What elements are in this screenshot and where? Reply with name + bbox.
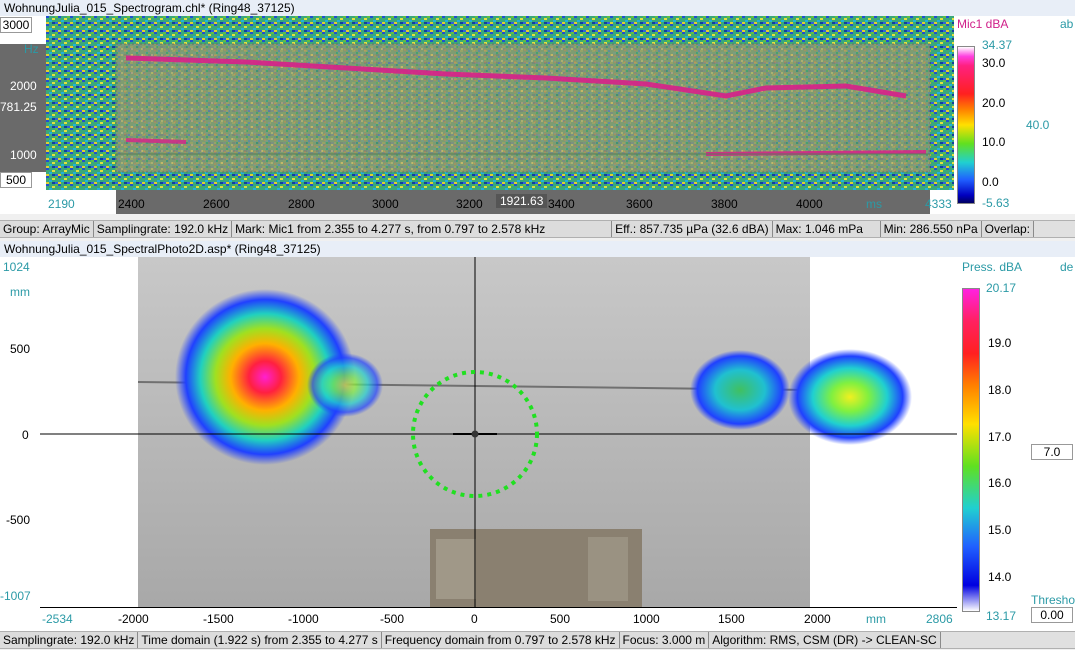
dynamic-range-input[interactable]: 7.0 bbox=[1031, 444, 1073, 460]
spectrogram-title: WohnungJulia_015_Spectrogram.chl* (Ring4… bbox=[4, 1, 295, 15]
photo-x-axis-line bbox=[40, 607, 957, 608]
spectrogram-y-cursor-value: 781.25 bbox=[0, 100, 37, 114]
photo-status-samplingrate: Samplingrate: 192.0 kHz bbox=[0, 632, 139, 648]
spectrogram-legend-min: -5.63 bbox=[982, 196, 1010, 210]
photo-y-top: 1024 bbox=[3, 260, 30, 274]
photo-y-bottom: -1007 bbox=[0, 589, 31, 603]
spectrogram-legend-tick: 10.0 bbox=[982, 135, 1006, 149]
spectrogram-legend-title: Mic1 dBA bbox=[957, 17, 1009, 31]
photo-x-start: -2534 bbox=[42, 612, 73, 626]
spectrogram-color-scale bbox=[957, 46, 975, 204]
threshold-input[interactable]: 0.00 bbox=[1031, 607, 1073, 623]
spectrogram-x-unit: ms bbox=[866, 197, 882, 211]
status-group: Group: ArrayMic bbox=[0, 221, 94, 237]
status-max: Max: 1.046 mPa bbox=[772, 221, 881, 237]
photo-y-tick: 0 bbox=[22, 428, 29, 442]
photo-legend-tick: 17.0 bbox=[988, 430, 1012, 444]
photo-legend-tick: 15.0 bbox=[988, 523, 1012, 537]
sound-source-right-1 bbox=[690, 350, 790, 430]
status-samplingrate: Samplingrate: 192.0 kHz bbox=[93, 221, 233, 237]
photo-x-tick: -1500 bbox=[203, 612, 234, 626]
photo-legend-max: 20.17 bbox=[986, 281, 1017, 295]
photo-x-unit: mm bbox=[866, 612, 886, 626]
spectrogram-legend-tick: 20.0 bbox=[982, 96, 1006, 110]
spectrogram-x-tick: 2600 bbox=[203, 197, 230, 211]
photo-status-focus: Focus: 3.000 m bbox=[619, 632, 710, 648]
y-bottom-value: 500 bbox=[5, 173, 27, 187]
spectrogram-y-top-input[interactable]: 3000 bbox=[0, 17, 32, 33]
spectrogram-y-unit: Hz bbox=[24, 42, 39, 56]
spectrogram-low-trace bbox=[125, 138, 187, 144]
y-top-value: 3000 bbox=[2, 18, 30, 32]
array-center-dot bbox=[471, 430, 479, 438]
status-mark: Mark: Mic1 from 2.355 to 4.277 s, from 0… bbox=[232, 221, 613, 237]
threshold-label: Thresho bbox=[1031, 593, 1075, 607]
spectrogram-x-cursor-value: 1921.63 bbox=[496, 194, 548, 208]
spectrogram-x-tick: 3000 bbox=[372, 197, 399, 211]
photo-x-tick: 1000 bbox=[633, 612, 660, 626]
spectrogram-y-tick: 1000 bbox=[10, 148, 37, 162]
spectrogram-status-bar: Group: ArrayMic Samplingrate: 192.0 kHz Ma… bbox=[0, 220, 1075, 238]
spectrogram-x-start: 2190 bbox=[48, 197, 75, 211]
photo-legend-title: Press. dBA bbox=[962, 260, 1023, 274]
sound-source-left-lobe bbox=[307, 353, 383, 417]
spectrogram-x-tick: 2400 bbox=[118, 197, 145, 211]
photo-color-scale bbox=[962, 288, 980, 612]
photo-title-bar[interactable]: WohnungJulia_015_SpectralPhoto2D.asp* (R… bbox=[0, 241, 1075, 257]
spectrogram-x-tick: 3800 bbox=[711, 197, 738, 211]
photo-canvas[interactable] bbox=[40, 257, 957, 607]
photo-legend-tick: 19.0 bbox=[988, 336, 1012, 350]
photo-x-tick: 2000 bbox=[804, 612, 831, 626]
dynamic-range-value: 7.0 bbox=[1043, 445, 1061, 459]
sound-source-right-2 bbox=[788, 349, 912, 445]
spectrogram-y-tick: 2000 bbox=[10, 79, 37, 93]
photo-board-detail bbox=[436, 539, 476, 599]
status-eff: Eff.: 857.735 µPa (32.6 dBA) bbox=[612, 221, 773, 237]
spectrogram-legend-right-label: ab bbox=[1060, 17, 1074, 31]
spectrogram-x-tick: 4000 bbox=[796, 197, 823, 211]
spectrogram-legend-tick: 0.0 bbox=[982, 175, 999, 189]
spectrogram-canvas[interactable] bbox=[46, 16, 954, 190]
spectrogram-x-tick: 3200 bbox=[456, 197, 483, 211]
photo-legend-min: 13.17 bbox=[986, 609, 1017, 623]
spectrogram-legend-tick: 30.0 bbox=[982, 56, 1006, 70]
photo-x-tick: 500 bbox=[550, 612, 571, 626]
spectrogram-x-tick: 3400 bbox=[548, 197, 575, 211]
status-min: Min: 286.550 nPa bbox=[880, 221, 982, 237]
photo-legend-tick: 18.0 bbox=[988, 383, 1012, 397]
spectrogram-x-tick: 2800 bbox=[288, 197, 315, 211]
status-overlap: Overlap: bbox=[981, 221, 1035, 237]
photo-x-tick: -500 bbox=[380, 612, 405, 626]
photo-legend-right-label: de bbox=[1060, 260, 1074, 274]
spectrogram-legend-side-value: 40.0 bbox=[1026, 118, 1050, 132]
photo-y-unit: mm bbox=[10, 285, 30, 299]
photo-x-tick: 1500 bbox=[718, 612, 745, 626]
spectrogram-legend-max: 34.37 bbox=[982, 38, 1013, 52]
photo-x-tick: 0 bbox=[471, 612, 478, 626]
photo-legend-tick: 16.0 bbox=[988, 476, 1012, 490]
spectrogram-title-bar[interactable]: WohnungJulia_015_Spectrogram.chl* (Ring4… bbox=[0, 0, 1075, 16]
photo-x-tick: -1000 bbox=[288, 612, 319, 626]
photo-status-time-domain: Time domain (1.922 s) from 2.355 to 4.27… bbox=[138, 632, 382, 648]
photo-y-tick: -500 bbox=[6, 513, 31, 527]
photo-title: WohnungJulia_015_SpectralPhoto2D.asp* (R… bbox=[4, 242, 321, 256]
threshold-value: 0.00 bbox=[1040, 608, 1064, 622]
photo-status-algorithm: Algorithm: RMS, CSM (DR) -> CLEAN-SC bbox=[709, 632, 941, 648]
photo-x-tick: -2000 bbox=[118, 612, 149, 626]
photo-x-end: 2806 bbox=[926, 612, 953, 626]
photo-status-bar: Samplingrate: 192.0 kHz Time domain (1.92… bbox=[0, 631, 1075, 649]
spectrogram-x-tick: 3600 bbox=[626, 197, 653, 211]
photo-board-detail bbox=[588, 537, 628, 601]
spectrogram-x-end: 4333 bbox=[925, 197, 952, 211]
photo-legend-tick: 14.0 bbox=[988, 570, 1012, 584]
photo-status-freq-domain: Frequency domain from 0.797 to 2.578 kHz bbox=[381, 632, 620, 648]
spectrogram-y-bottom-input[interactable]: 500 bbox=[0, 172, 32, 188]
photo-y-tick: 500 bbox=[10, 342, 31, 356]
